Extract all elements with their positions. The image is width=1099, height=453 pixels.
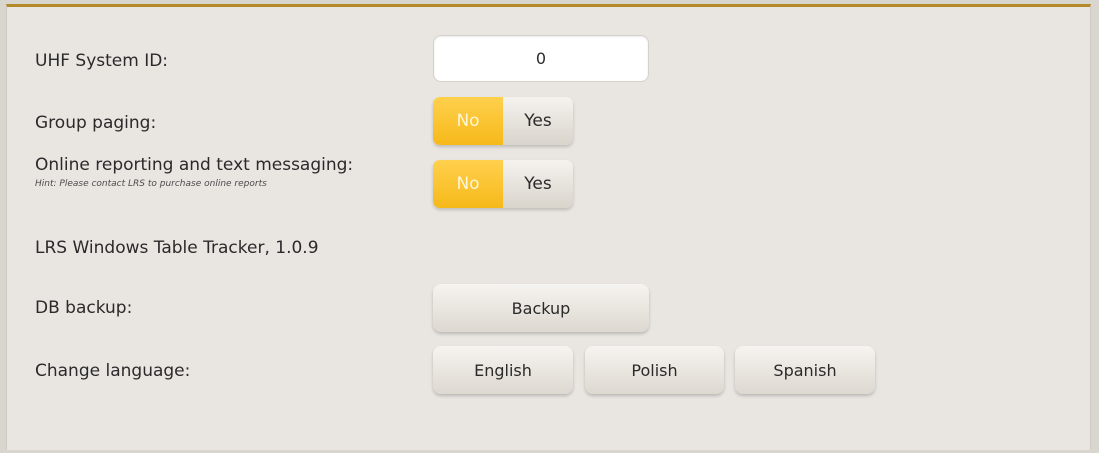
version-text: LRS Windows Table Tracker, 1.0.9 <box>35 238 319 258</box>
online-reporting-label: Online reporting and text messaging: <box>35 155 354 175</box>
english-button[interactable]: English <box>433 346 573 394</box>
online-reporting-yes-option[interactable]: Yes <box>503 160 573 208</box>
uhf-system-id-label: UHF System ID: <box>35 51 169 71</box>
group-paging-no-option[interactable]: No <box>433 97 503 145</box>
db-backup-label: DB backup: <box>35 298 133 318</box>
group-paging-label: Group paging: <box>35 113 157 133</box>
online-reporting-toggle[interactable]: No Yes <box>433 160 573 208</box>
polish-button[interactable]: Polish <box>585 346 724 394</box>
online-reporting-hint: Hint: Please contact LRS to purchase onl… <box>35 179 267 189</box>
group-paging-toggle[interactable]: No Yes <box>433 97 573 145</box>
change-language-label: Change language: <box>35 361 191 381</box>
spanish-button[interactable]: Spanish <box>735 346 875 394</box>
uhf-system-id-input[interactable]: 0 <box>433 35 649 82</box>
group-paging-yes-option[interactable]: Yes <box>503 97 573 145</box>
settings-panel: UHF System ID: 0 Group paging: No Yes On… <box>6 4 1091 450</box>
online-reporting-no-option[interactable]: No <box>433 160 503 208</box>
backup-button[interactable]: Backup <box>433 284 649 332</box>
